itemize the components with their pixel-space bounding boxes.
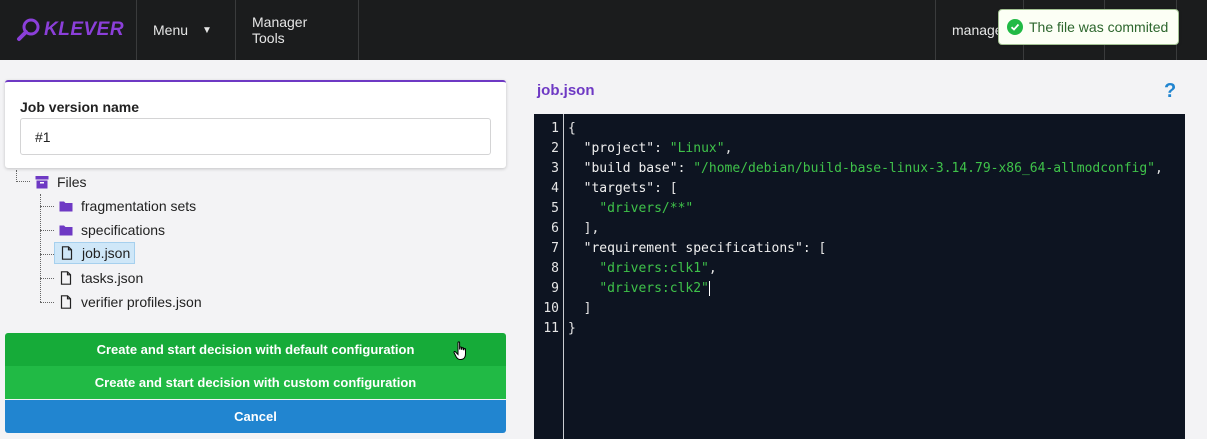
logo-text: KLEVER bbox=[44, 19, 125, 40]
tree-item-fragmentation-sets[interactable]: fragmentation sets bbox=[54, 195, 200, 217]
line-number: 5 bbox=[551, 201, 559, 216]
code-line: "project": "Linux", bbox=[568, 139, 1185, 159]
code-key: "requirement specifications" bbox=[583, 241, 803, 256]
code-line: ] bbox=[568, 299, 1185, 319]
tree-item-label: tasks.json bbox=[81, 270, 144, 286]
line-number: 1 bbox=[551, 121, 559, 136]
tree-item-tasks-json[interactable]: tasks.json bbox=[54, 267, 147, 289]
code-punct bbox=[568, 281, 599, 296]
code-key: "targets" bbox=[583, 181, 655, 196]
success-toast[interactable]: The file was commited bbox=[998, 9, 1179, 45]
caret-down-icon: ▼ bbox=[202, 24, 212, 36]
tree-root-label: Files bbox=[57, 174, 87, 190]
manager-tools-link[interactable]: Manager Tools bbox=[236, 0, 359, 60]
magnifier-logo-icon bbox=[17, 18, 40, 41]
code-punct: : bbox=[654, 141, 670, 156]
line-number: 10 bbox=[543, 301, 559, 316]
code-content[interactable]: { "project": "Linux", "build base": "/ho… bbox=[568, 119, 1185, 339]
toast-message: The file was commited bbox=[1029, 19, 1169, 35]
code-punct bbox=[568, 241, 584, 256]
code-string: "drivers:clk2" bbox=[599, 281, 709, 296]
code-punct: : [ bbox=[654, 181, 678, 196]
code-line: "requirement specifications": [ bbox=[568, 239, 1185, 259]
job-version-label: Job version name bbox=[20, 99, 140, 115]
logo[interactable]: KLEVER bbox=[0, 0, 137, 60]
tree-item-specifications[interactable]: specifications bbox=[54, 219, 169, 241]
tree-item-label: specifications bbox=[81, 222, 166, 238]
file-tree: Files fragmentation sets specifications … bbox=[0, 170, 510, 320]
hand-cursor-icon bbox=[453, 341, 466, 360]
code-punct bbox=[568, 201, 599, 216]
menu-label: Menu bbox=[153, 22, 189, 38]
code-line: "build base": "/home/debian/build-base-l… bbox=[568, 159, 1185, 179]
line-number: 2 bbox=[551, 141, 559, 156]
code-string: "drivers/**" bbox=[599, 201, 694, 216]
code-punct: , bbox=[724, 141, 733, 156]
line-number: 7 bbox=[551, 241, 559, 256]
tree-root-files[interactable]: Files bbox=[30, 171, 91, 193]
check-circle-icon bbox=[1007, 19, 1023, 35]
code-key: "project" bbox=[583, 141, 655, 156]
code-line: } bbox=[568, 319, 1185, 339]
navbar-spacer bbox=[359, 0, 935, 60]
job-version-name-input[interactable] bbox=[20, 118, 491, 155]
code-punct bbox=[568, 161, 584, 176]
code-string: "/home/debian/build-base-linux-3.14.79-x… bbox=[693, 161, 1156, 176]
folder-icon bbox=[59, 201, 73, 212]
code-punct bbox=[568, 141, 584, 156]
tree-item-job-json[interactable]: job.json bbox=[54, 242, 136, 264]
file-icon bbox=[60, 271, 72, 285]
code-punct: { bbox=[568, 121, 576, 136]
code-punct: ] bbox=[568, 301, 592, 316]
folder-icon bbox=[59, 225, 73, 236]
question-icon[interactable]: ? bbox=[1164, 80, 1176, 103]
code-punct: , bbox=[708, 261, 717, 276]
tree-item-verifier-profiles-json[interactable]: verifier profiles.json bbox=[54, 291, 206, 313]
code-punct: } bbox=[568, 321, 576, 336]
job-version-card: Job version name bbox=[5, 80, 506, 168]
tree-item-label: job.json bbox=[82, 245, 131, 261]
code-punct bbox=[568, 261, 599, 276]
code-line: "drivers:clk1", bbox=[568, 259, 1185, 279]
text-cursor bbox=[708, 281, 710, 296]
file-icon bbox=[61, 246, 73, 260]
navbar-item[interactable] bbox=[1176, 0, 1207, 60]
code-punct: , bbox=[1155, 161, 1163, 176]
archive-icon bbox=[35, 176, 49, 189]
editor-file-title: job.json bbox=[537, 82, 595, 99]
line-number: 3 bbox=[551, 161, 559, 176]
line-number: 4 bbox=[551, 181, 559, 196]
code-line: "drivers/**" bbox=[568, 199, 1185, 219]
code-line: { bbox=[568, 119, 1185, 139]
code-string: "drivers:clk1" bbox=[599, 261, 709, 276]
manager-tools-label: Manager Tools bbox=[252, 14, 308, 46]
code-string: "Linux" bbox=[669, 141, 725, 156]
code-punct: ], bbox=[568, 221, 600, 236]
menu-dropdown[interactable]: Menu ▼ bbox=[137, 0, 236, 60]
code-editor[interactable]: 1 2 3 4 5 6 7 8 9 10 11 { "project": "Linux", "bui… bbox=[534, 114, 1185, 439]
code-line: "drivers:clk2" bbox=[568, 279, 1185, 299]
code-line: ], bbox=[568, 219, 1185, 239]
file-icon bbox=[60, 295, 72, 309]
code-punct: : [ bbox=[802, 241, 827, 256]
start-custom-config-button[interactable]: Create and start decision with custom co… bbox=[5, 366, 506, 399]
line-number: 9 bbox=[551, 281, 559, 296]
tree-item-label: verifier profiles.json bbox=[81, 294, 202, 310]
code-punct bbox=[568, 181, 584, 196]
code-punct: : bbox=[677, 161, 694, 176]
line-number: 11 bbox=[543, 321, 559, 336]
cancel-button[interactable]: Cancel bbox=[5, 400, 506, 433]
tree-item-label: fragmentation sets bbox=[81, 198, 197, 214]
code-key: "build base" bbox=[583, 161, 678, 176]
line-number-gutter: 1 2 3 4 5 6 7 8 9 10 11 bbox=[534, 114, 564, 439]
start-default-config-button[interactable]: Create and start decision with default c… bbox=[5, 333, 506, 366]
line-number: 8 bbox=[551, 261, 559, 276]
code-line: "targets": [ bbox=[568, 179, 1185, 199]
line-number: 6 bbox=[551, 221, 559, 236]
